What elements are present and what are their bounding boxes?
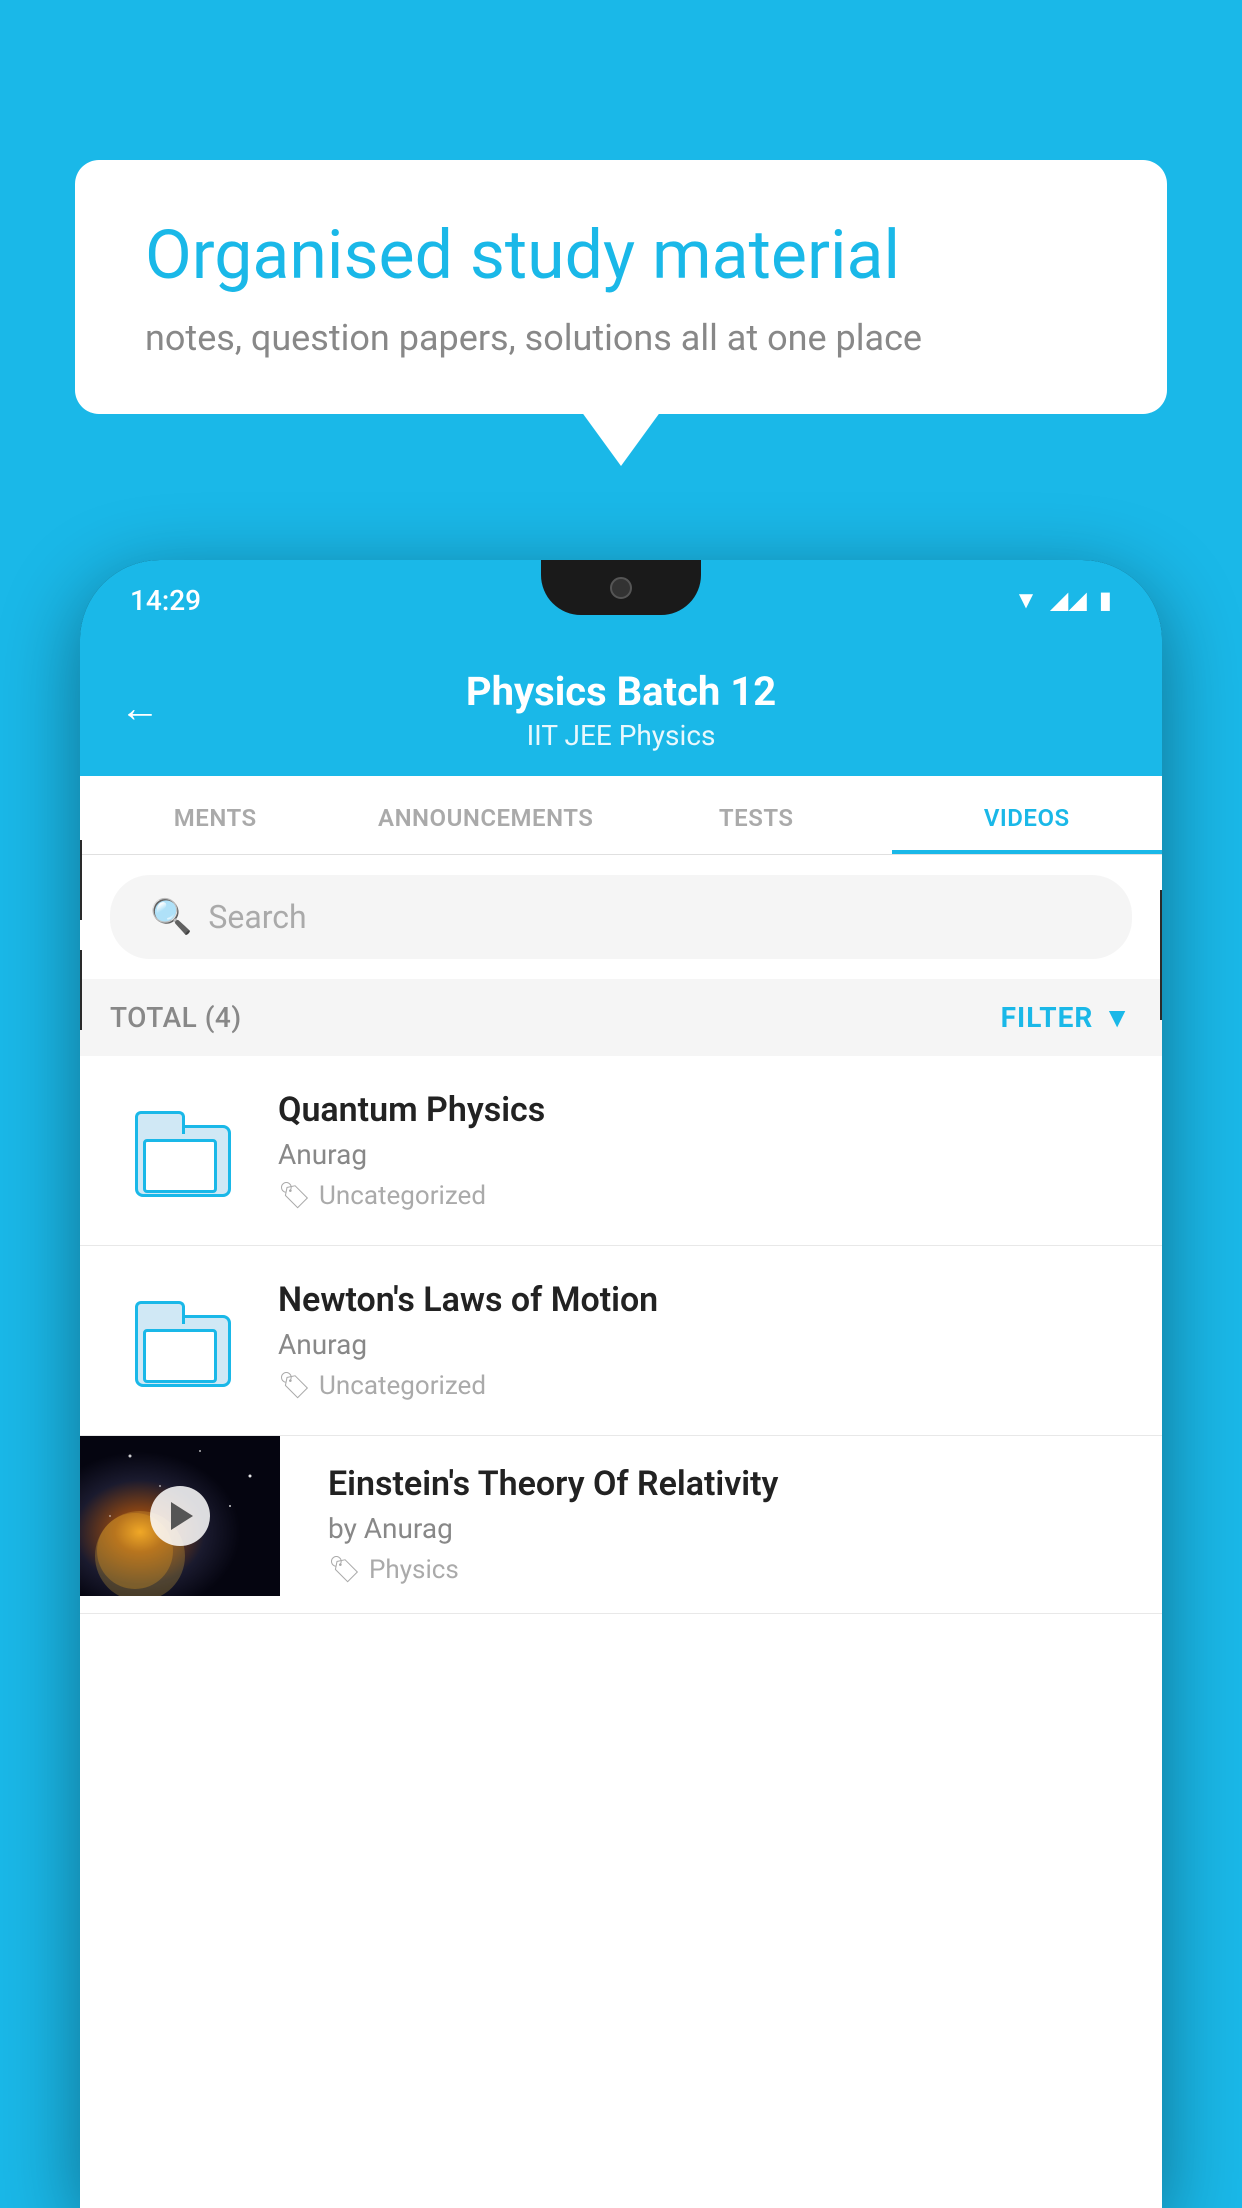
camera — [610, 577, 632, 599]
tab-announcements[interactable]: ANNOUNCEMENTS — [351, 776, 622, 854]
video-info: Newton's Laws of Motion Anurag 🏷 Uncateg… — [278, 1280, 1132, 1401]
video-title: Einstein's Theory Of Relativity — [328, 1464, 1142, 1504]
status-bar: 14:29 ▼ ◢◢ ▮ — [80, 560, 1162, 640]
video-title: Quantum Physics — [278, 1090, 1132, 1130]
phone-power-button — [1160, 890, 1162, 1020]
header-title: Physics Batch 12 — [120, 668, 1122, 715]
bubble-subtitle: notes, question papers, solutions all at… — [145, 317, 1097, 359]
video-author: Anurag — [278, 1138, 1132, 1171]
video-tag: 🏷 Physics — [328, 1555, 1142, 1585]
video-tag: 🏷 Uncategorized — [278, 1371, 1132, 1401]
phone-notch — [541, 560, 701, 615]
back-button[interactable]: ← — [120, 685, 160, 732]
phone-volume-down-button — [80, 950, 82, 1030]
phone-screen: ← Physics Batch 12 IIT JEE Physics MENTS… — [80, 640, 1162, 2208]
video-info: Einstein's Theory Of Relativity by Anura… — [308, 1436, 1162, 1613]
folder-front — [143, 1139, 217, 1193]
search-bar-container: 🔍 Search — [80, 855, 1162, 979]
search-placeholder: Search — [208, 898, 306, 936]
battery-icon: ▮ — [1099, 586, 1112, 614]
tag-icon: 🏷 — [328, 1555, 361, 1585]
video-info: Quantum Physics Anurag 🏷 Uncategorized — [278, 1090, 1132, 1211]
wifi-icon: ▼ — [1014, 586, 1038, 615]
tag-icon: 🏷 — [278, 1371, 311, 1401]
folder-front — [143, 1329, 217, 1383]
tag-icon: 🏷 — [278, 1181, 311, 1211]
video-list: Quantum Physics Anurag 🏷 Uncategorized N — [80, 1056, 1162, 1614]
play-icon — [171, 1502, 193, 1530]
video-tag: 🏷 Uncategorized — [278, 1181, 1132, 1211]
video-author: Anurag — [278, 1328, 1132, 1361]
tab-tests[interactable]: TESTS — [621, 776, 892, 854]
filter-label: FILTER — [1001, 1001, 1094, 1034]
video-thumbnail — [80, 1436, 280, 1596]
folder-icon — [135, 1301, 225, 1381]
filter-icon: ▼ — [1103, 1001, 1132, 1034]
tab-ments[interactable]: MENTS — [80, 776, 351, 854]
tab-videos[interactable]: VIDEOS — [892, 776, 1163, 854]
video-author: by Anurag — [328, 1512, 1142, 1545]
list-item[interactable]: Quantum Physics Anurag 🏷 Uncategorized — [80, 1056, 1162, 1246]
filter-bar: TOTAL (4) FILTER ▼ — [80, 979, 1162, 1056]
bubble-title: Organised study material — [145, 215, 1097, 297]
search-icon: 🔍 — [150, 897, 192, 937]
app-header: ← Physics Batch 12 IIT JEE Physics — [80, 640, 1162, 776]
phone-frame: 14:29 ▼ ◢◢ ▮ ← Physics Batch 12 IIT JEE … — [80, 560, 1162, 2208]
header-subtitle: IIT JEE Physics — [120, 719, 1122, 752]
list-item[interactable]: Newton's Laws of Motion Anurag 🏷 Uncateg… — [80, 1246, 1162, 1436]
folder-icon-container — [110, 1091, 250, 1211]
status-icons: ▼ ◢◢ ▮ — [1014, 586, 1112, 615]
signal-icon: ◢◢ — [1050, 586, 1087, 614]
tabs-bar: MENTS ANNOUNCEMENTS TESTS VIDEOS — [80, 776, 1162, 855]
speech-bubble: Organised study material notes, question… — [75, 160, 1167, 414]
filter-button[interactable]: FILTER ▼ — [1001, 1001, 1132, 1034]
status-time: 14:29 — [130, 584, 201, 617]
folder-icon-container — [110, 1281, 250, 1401]
list-item[interactable]: Einstein's Theory Of Relativity by Anura… — [80, 1436, 1162, 1614]
play-button[interactable] — [150, 1486, 210, 1546]
folder-icon — [135, 1111, 225, 1191]
search-input-box[interactable]: 🔍 Search — [110, 875, 1132, 959]
video-title: Newton's Laws of Motion — [278, 1280, 1132, 1320]
total-count: TOTAL (4) — [110, 1001, 242, 1034]
